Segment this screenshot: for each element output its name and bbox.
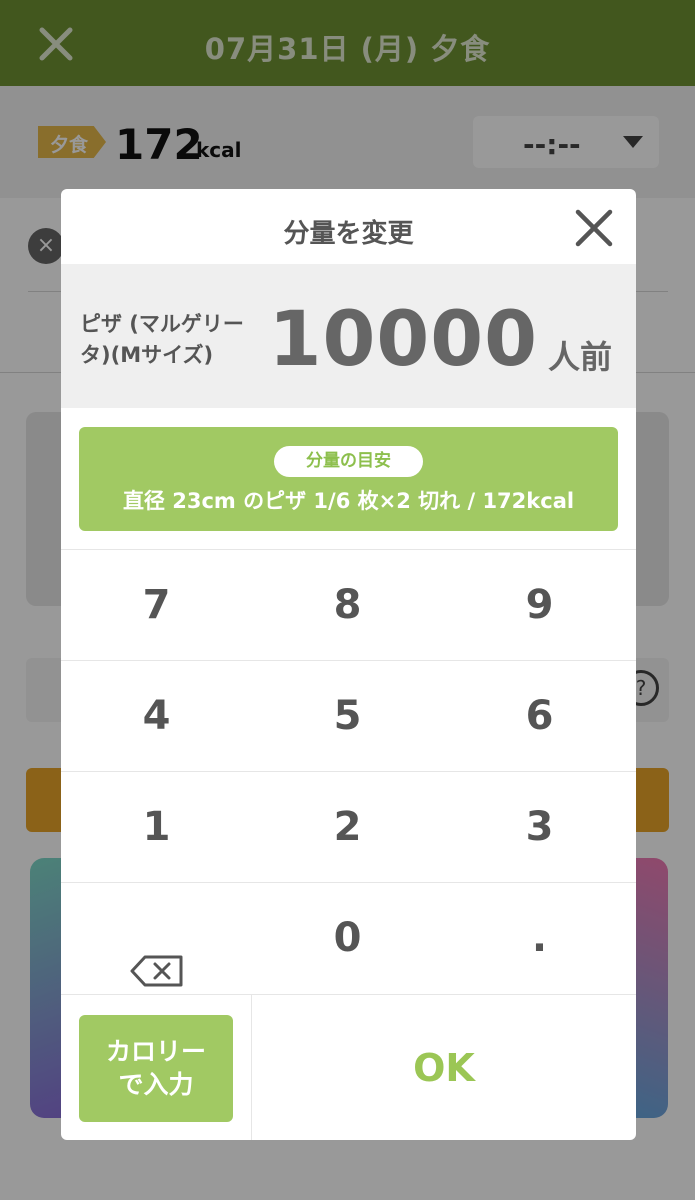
calorie-input-label-2: で入力 [118,1070,194,1099]
key-4[interactable]: 4 [61,660,253,771]
key-3[interactable]: 3 [443,771,636,882]
modal-title: 分量を変更 [283,219,414,249]
portion-hint: 分量の目安 直径 23cm のピザ 1/6 枚×2 切れ / 172kcal [79,427,618,531]
ok-button[interactable]: OK [252,995,636,1140]
key-2[interactable]: 2 [252,771,444,882]
calorie-input-button[interactable]: カロリー で入力 [79,1015,233,1122]
key-6[interactable]: 6 [443,660,636,771]
quantity-unit: 人前 [548,338,613,376]
backspace-icon [129,920,185,987]
backspace-key[interactable] [61,882,253,993]
key-9[interactable]: 9 [443,549,636,660]
key-7[interactable]: 7 [61,549,253,660]
food-name: ピザ (マルゲリータ)(Mサイズ) [80,312,244,367]
portion-hint-text: 直径 23cm のピザ 1/6 枚×2 切れ / 172kcal [122,489,575,513]
portion-hint-label: 分量の目安 [274,446,423,477]
close-icon[interactable] [573,207,615,249]
quantity-display: ピザ (マルゲリータ)(Mサイズ) 10000 人前 [61,264,636,408]
key-5[interactable]: 5 [252,660,444,771]
modal-actions: カロリー で入力 OK [61,994,636,1140]
key-1[interactable]: 1 [61,771,253,882]
key-decimal[interactable]: . [443,882,636,993]
key-8[interactable]: 8 [252,549,444,660]
modal-header: 分量を変更 [61,189,636,264]
key-0[interactable]: 0 [252,882,444,993]
calorie-input-label-1: カロリー [105,1037,206,1066]
quantity-modal: 分量を変更 ピザ (マルゲリータ)(Mサイズ) 10000 人前 分量の目安 直… [61,189,636,1140]
quantity-value: 10000 [268,294,538,383]
